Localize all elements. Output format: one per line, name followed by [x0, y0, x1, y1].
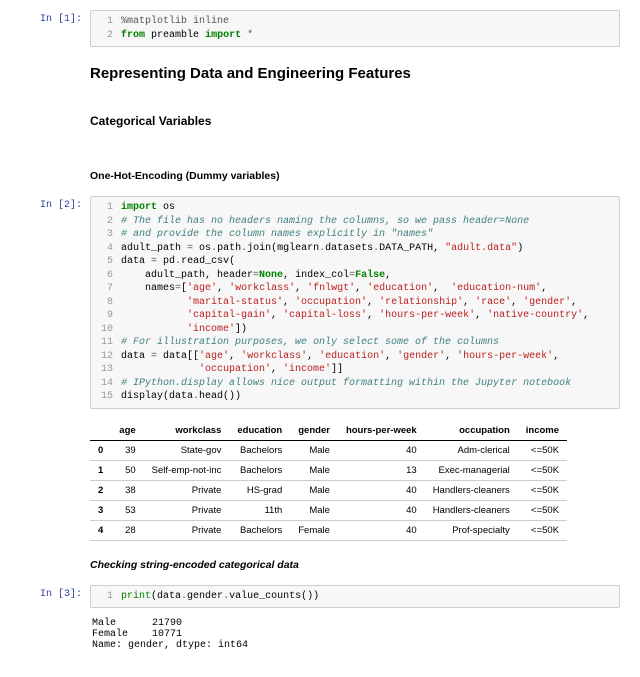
- table-cell: Exec-managerial: [425, 460, 518, 480]
- table-cell: 40: [338, 480, 425, 500]
- table-header-cell: occupation: [425, 421, 518, 441]
- table-row: 353Private11thMale40Handlers-cleaners<=5…: [90, 500, 567, 520]
- table-cell: Bachelors: [229, 460, 290, 480]
- table-cell: Bachelors: [229, 440, 290, 460]
- table-cell: Handlers-cleaners: [425, 480, 518, 500]
- table-cell: 38: [111, 480, 143, 500]
- table-header-cell: [90, 421, 111, 441]
- table-cell: Male: [290, 440, 338, 460]
- code-input-area[interactable]: 1print(data.gender.value_counts()): [90, 585, 620, 609]
- table-cell: 40: [338, 440, 425, 460]
- table-cell: <=50K: [518, 500, 567, 520]
- table-cell: 1: [90, 460, 111, 480]
- table-cell: 0: [90, 440, 111, 460]
- table-row: 150Self-emp-not-incBachelorsMale13Exec-m…: [90, 460, 567, 480]
- table-cell: <=50K: [518, 480, 567, 500]
- table-cell: Self-emp-not-inc: [144, 460, 230, 480]
- table-cell: Male: [290, 460, 338, 480]
- table-row: 039State-govBachelorsMale40Adm-clerical<…: [90, 440, 567, 460]
- input-prompt: In [2]:: [20, 196, 90, 409]
- empty-prompt: [20, 104, 90, 146]
- table-cell: Private: [144, 520, 230, 540]
- markdown-cell: One-Hot-Encoding (Dummy variables): [20, 164, 620, 190]
- code-block[interactable]: 1print(data.gender.value_counts()): [97, 590, 613, 604]
- stdout-output: Male 21790 Female 10771 Name: gender, dt…: [90, 614, 620, 651]
- markdown-body: Categorical Variables: [90, 104, 620, 146]
- markdown-body: Representing Data and Engineering Featur…: [90, 53, 620, 98]
- input-prompt: In [3]:: [20, 585, 90, 609]
- table-cell: 3: [90, 500, 111, 520]
- table-cell: Female: [290, 520, 338, 540]
- table-cell: Adm-clerical: [425, 440, 518, 460]
- subsubsection-heading: One-Hot-Encoding (Dummy variables): [90, 170, 620, 182]
- table-header-cell: education: [229, 421, 290, 441]
- paragraph-heading: Checking string-encoded categorical data: [90, 559, 620, 571]
- markdown-cell: Categorical Variables: [20, 104, 620, 146]
- output-area: ageworkclasseducationgenderhours-per-wee…: [90, 415, 620, 543]
- subsection-heading: Categorical Variables: [90, 114, 620, 128]
- markdown-body: Checking string-encoded categorical data: [90, 553, 620, 579]
- output-cell-2: ageworkclasseducationgenderhours-per-wee…: [20, 415, 620, 543]
- markdown-body: One-Hot-Encoding (Dummy variables): [90, 164, 620, 190]
- output-cell-3: Male 21790 Female 10771 Name: gender, dt…: [20, 614, 620, 651]
- table-cell: 11th: [229, 500, 290, 520]
- table-cell: Prof-specialty: [425, 520, 518, 540]
- code-cell-3: In [3]: 1print(data.gender.value_counts(…: [20, 585, 620, 609]
- table-cell: 40: [338, 500, 425, 520]
- section-heading: Representing Data and Engineering Featur…: [90, 65, 620, 82]
- table-header-cell: workclass: [144, 421, 230, 441]
- dataframe-table: ageworkclasseducationgenderhours-per-wee…: [90, 421, 567, 541]
- table-cell: Bachelors: [229, 520, 290, 540]
- table-cell: Male: [290, 500, 338, 520]
- table-cell: 13: [338, 460, 425, 480]
- code-cell-2: In [2]: 1import os 2# The file has no he…: [20, 196, 620, 409]
- table-header-cell: age: [111, 421, 143, 441]
- empty-prompt: [20, 415, 90, 543]
- table-header-row: ageworkclasseducationgenderhours-per-wee…: [90, 421, 567, 441]
- code-block[interactable]: 1%matplotlib inline 2from preamble impor…: [97, 15, 613, 42]
- empty-prompt: [20, 614, 90, 651]
- table-cell: Private: [144, 500, 230, 520]
- markdown-cell: Representing Data and Engineering Featur…: [20, 53, 620, 98]
- table-cell: <=50K: [518, 440, 567, 460]
- empty-prompt: [20, 53, 90, 98]
- table-cell: Private: [144, 480, 230, 500]
- code-block[interactable]: 1import os 2# The file has no headers na…: [97, 201, 613, 404]
- table-cell: Male: [290, 480, 338, 500]
- table-cell: 53: [111, 500, 143, 520]
- table-cell: 2: [90, 480, 111, 500]
- table-cell: <=50K: [518, 460, 567, 480]
- code-cell-1: In [1]: 1%matplotlib inline 2from preamb…: [20, 10, 620, 47]
- table-cell: HS-grad: [229, 480, 290, 500]
- table-cell: 39: [111, 440, 143, 460]
- table-cell: 40: [338, 520, 425, 540]
- code-input-area[interactable]: 1%matplotlib inline 2from preamble impor…: [90, 10, 620, 47]
- table-cell: 50: [111, 460, 143, 480]
- table-header-cell: hours-per-week: [338, 421, 425, 441]
- code-input-area[interactable]: 1import os 2# The file has no headers na…: [90, 196, 620, 409]
- table-cell: 4: [90, 520, 111, 540]
- empty-prompt: [20, 164, 90, 190]
- empty-prompt: [20, 553, 90, 579]
- table-cell: Handlers-cleaners: [425, 500, 518, 520]
- markdown-cell: Checking string-encoded categorical data: [20, 553, 620, 579]
- table-cell: <=50K: [518, 520, 567, 540]
- table-header-cell: gender: [290, 421, 338, 441]
- table-row: 428PrivateBachelorsFemale40Prof-specialt…: [90, 520, 567, 540]
- table-cell: State-gov: [144, 440, 230, 460]
- input-prompt: In [1]:: [20, 10, 90, 47]
- table-header-cell: income: [518, 421, 567, 441]
- table-cell: 28: [111, 520, 143, 540]
- table-row: 238PrivateHS-gradMale40Handlers-cleaners…: [90, 480, 567, 500]
